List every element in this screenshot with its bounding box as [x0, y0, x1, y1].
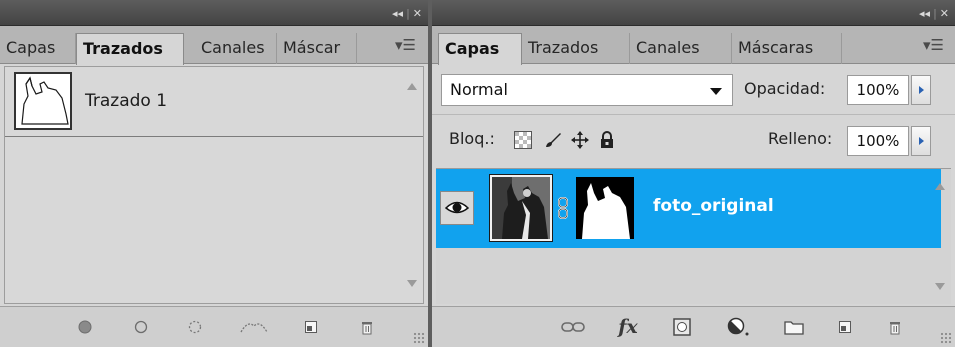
stroke-path-icon[interactable] — [130, 316, 152, 338]
layers-footer: fx — [432, 306, 955, 347]
fill-label: Relleno: — [768, 129, 833, 148]
tab-trazados[interactable]: Trazados — [522, 33, 630, 64]
new-group-folder-icon[interactable] — [782, 316, 806, 338]
tab-capas[interactable]: Capas — [438, 33, 522, 65]
tab-trazados[interactable]: Trazados — [76, 33, 184, 65]
close-icon[interactable]: ✕ — [413, 7, 422, 20]
make-work-path-icon[interactable] — [238, 316, 270, 338]
titlebar-separator: | — [933, 6, 937, 20]
lock-pixels-brush-icon[interactable] — [544, 131, 562, 149]
scroll-up-arrow[interactable] — [407, 83, 417, 90]
collapse-icon[interactable]: ◂◂ — [392, 7, 403, 20]
lock-label: Bloq.: — [449, 129, 495, 148]
resize-grip[interactable] — [940, 332, 952, 344]
new-path-icon[interactable] — [300, 316, 322, 338]
link-layers-icon[interactable] — [560, 316, 586, 338]
tab-canales[interactable]: Canales — [630, 33, 732, 64]
collapse-icon[interactable]: ◂◂ — [919, 7, 930, 20]
blend-mode-value: Normal — [450, 80, 508, 99]
layer-name: foto_original — [653, 196, 774, 216]
opacity-label: Opacidad: — [744, 79, 826, 98]
lock-transparency-icon[interactable] — [514, 131, 532, 149]
tab-capas[interactable]: Capas — [0, 33, 76, 64]
add-mask-icon[interactable] — [670, 316, 694, 338]
panel-menu-icon[interactable]: ▾☰ — [395, 36, 416, 54]
delete-path-icon[interactable] — [356, 316, 378, 338]
scroll-up-arrow[interactable] — [935, 183, 945, 190]
tab-canales[interactable]: Canales — [195, 33, 277, 64]
panel-titlebar: ◂◂ | ✕ — [0, 0, 428, 26]
scroll-down-arrow[interactable] — [407, 280, 417, 287]
eye-icon — [444, 201, 470, 214]
delete-layer-icon[interactable] — [884, 316, 906, 338]
chevron-down-icon — [710, 88, 722, 95]
scroll-down-arrow[interactable] — [935, 283, 945, 290]
lock-bar: Bloq.: Relleno: 100% — [432, 114, 955, 166]
paths-footer — [0, 306, 428, 347]
opacity-input[interactable]: 100% — [847, 75, 909, 105]
panel-titlebar: ◂◂ | ✕ — [432, 0, 955, 26]
layers-panel: ◂◂ | ✕ Capas Trazados Canales Máscaras ▾… — [432, 0, 955, 347]
paths-panel: ◂◂ | ✕ Capas Trazados Canales Máscar ▾☰ … — [0, 0, 428, 347]
load-selection-icon[interactable] — [184, 316, 206, 338]
mask-link-icon[interactable] — [557, 197, 569, 219]
layers-list: foto_original — [436, 168, 951, 304]
path-thumbnail — [14, 72, 72, 130]
close-icon[interactable]: ✕ — [940, 7, 949, 20]
resize-grip[interactable] — [413, 332, 425, 344]
tab-mascaras[interactable]: Máscar — [277, 33, 357, 64]
path-row[interactable]: Trazado 1 — [5, 67, 423, 137]
panel-menu-icon[interactable]: ▾☰ — [923, 36, 944, 54]
tab-bar: Capas Trazados Canales Máscar ▾☰ — [0, 26, 428, 65]
titlebar-separator: | — [406, 6, 410, 20]
tab-bar: Capas Trazados Canales Máscaras ▾☰ — [432, 26, 955, 65]
adjustment-layer-icon[interactable] — [725, 316, 753, 338]
lock-position-move-icon[interactable] — [571, 131, 589, 149]
layer-mask-thumbnail[interactable] — [576, 177, 634, 239]
lock-all-padlock-icon[interactable] — [598, 131, 616, 149]
paths-list: Trazado 1 — [4, 66, 424, 304]
fx-icon[interactable]: fx — [612, 316, 644, 338]
layer-row[interactable]: foto_original — [436, 169, 941, 248]
visibility-toggle[interactable] — [440, 191, 474, 225]
blend-mode-select[interactable]: Normal — [441, 74, 733, 106]
opacity-slider-button[interactable] — [911, 75, 931, 105]
fill-slider-button[interactable] — [911, 126, 931, 156]
new-layer-icon[interactable] — [834, 316, 856, 338]
fill-input[interactable]: 100% — [847, 126, 909, 156]
layer-thumbnail[interactable] — [489, 174, 553, 242]
path-name: Trazado 1 — [85, 91, 168, 111]
fill-path-icon[interactable] — [74, 316, 96, 338]
tab-mascaras[interactable]: Máscaras — [732, 33, 842, 64]
